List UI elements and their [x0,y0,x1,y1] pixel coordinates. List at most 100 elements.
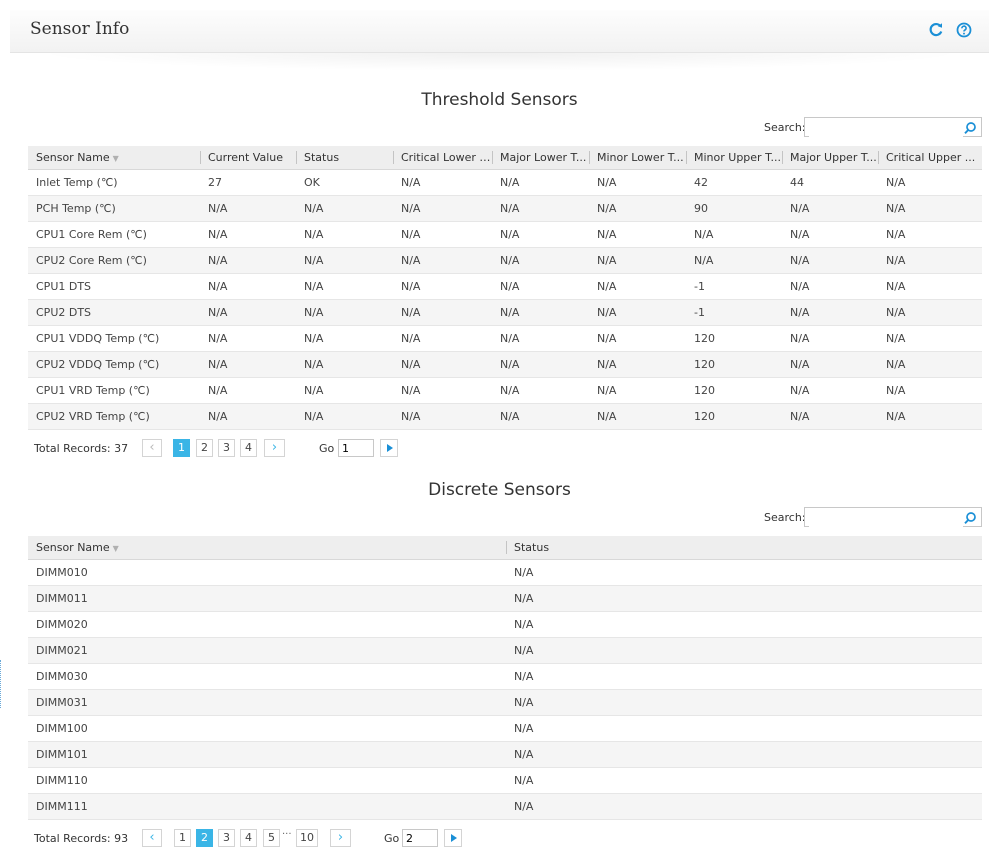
table-row[interactable]: DIMM011 N/A [28,585,982,612]
table-row[interactable]: CPU1 VDDQ Temp (℃) N/A N/A N/A N/A N/A 120 N/A N… [28,325,982,352]
cell-major-upper: N/A [782,299,878,326]
table-row[interactable]: DIMM031 N/A [28,689,982,716]
table-row[interactable]: DIMM101 N/A [28,741,982,768]
cell-sensor-name: CPU2 VRD Temp (℃) [28,403,200,430]
search-icon[interactable] [963,120,977,134]
cell-status: N/A [296,351,393,378]
table-row[interactable]: PCH Temp (℃) N/A N/A N/A N/A N/A 90 N/A N/A [28,195,982,222]
cell-major-lower: N/A [492,351,589,378]
discrete-table-body: DIMM010 N/A DIMM011 N/A DIMM020 N/A DIMM021 N/A… [28,559,982,820]
page-button-4[interactable]: 4 [240,439,257,457]
cell-sensor-name: DIMM020 [28,611,506,638]
column-header-sensor-name[interactable]: Sensor Name ▼ [28,536,506,560]
page-button-1[interactable]: 1 [174,829,191,847]
page-button-3[interactable]: 3 [218,439,235,457]
cell-critical-upper: N/A [878,377,982,404]
page-ellipsis: ··· [282,829,292,840]
column-header-status[interactable]: Status [296,146,393,170]
sort-down-icon[interactable]: ▼ [113,544,119,553]
cell-sensor-name: CPU1 VRD Temp (℃) [28,377,200,404]
page-button-1[interactable]: 1 [173,439,190,457]
go-page-input[interactable] [338,439,374,457]
next-page-button[interactable]: › [330,829,351,847]
prev-page-button[interactable]: ‹ [142,439,162,457]
cell-status: N/A [506,611,982,638]
go-button[interactable] [380,439,398,457]
page-button-4[interactable]: 4 [240,829,257,847]
table-row[interactable]: DIMM010 N/A [28,559,982,586]
column-header-sensor-name[interactable]: Sensor Name ▼ [28,146,200,170]
page-title: Sensor Info [30,19,130,39]
table-row[interactable]: DIMM111 N/A [28,793,982,820]
column-header-major-upper[interactable]: Major Upper T... [782,146,878,170]
page-button-2[interactable]: 2 [196,829,213,847]
next-page-button[interactable]: › [264,439,285,457]
sensor-info-panel: Sensor Info Threshold Sensors Search: Se… [10,10,989,849]
table-row[interactable]: Inlet Temp (℃) 27 OK N/A N/A N/A 42 44 N/A [28,169,982,196]
table-row[interactable]: DIMM100 N/A [28,715,982,742]
discrete-search-input[interactable] [809,510,963,529]
page-button-3[interactable]: 3 [218,829,235,847]
page-button-2[interactable]: 2 [196,439,213,457]
table-row[interactable]: DIMM021 N/A [28,637,982,664]
discrete-search-label: Search: [764,511,806,524]
table-header-row: Sensor Name ▼ Status [28,536,982,560]
discrete-pagination: Total Records: 93 ‹ 1 2 3 4 5 ··· 10 › G… [10,828,989,850]
cell-major-upper: N/A [782,247,878,274]
table-header-row: Sensor Name ▼ Current Value Status Critic… [28,146,982,170]
cell-minor-lower: N/A [589,195,686,222]
cell-major-lower: N/A [492,247,589,274]
cell-sensor-name: Inlet Temp (℃) [28,169,200,196]
refresh-icon[interactable] [927,21,945,39]
cell-critical-lower: N/A [393,195,492,222]
cell-minor-lower: N/A [589,169,686,196]
cell-sensor-name: DIMM031 [28,689,506,716]
help-icon[interactable] [955,21,973,39]
edge-marker [0,660,3,708]
table-row[interactable]: CPU1 DTS N/A N/A N/A N/A N/A -1 N/A N/A [28,273,982,300]
column-header-current-value[interactable]: Current Value [200,146,296,170]
prev-page-button[interactable]: ‹ [142,829,162,847]
cell-status: N/A [296,377,393,404]
column-header-minor-lower[interactable]: Minor Lower T... [589,146,686,170]
go-page-input[interactable] [402,829,438,847]
sort-down-icon[interactable]: ▼ [113,154,119,163]
cell-critical-lower: N/A [393,169,492,196]
cell-status: N/A [506,767,982,794]
column-header-critical-upper[interactable]: Critical Upper ... [878,146,982,170]
cell-minor-lower: N/A [589,247,686,274]
table-row[interactable]: DIMM110 N/A [28,767,982,794]
table-row[interactable]: CPU1 VRD Temp (℃) N/A N/A N/A N/A N/A 120 N/A N/… [28,377,982,404]
cell-critical-lower: N/A [393,325,492,352]
column-header-status[interactable]: Status [506,536,982,560]
go-button[interactable] [444,829,462,847]
table-row[interactable]: CPU2 VDDQ Temp (℃) N/A N/A N/A N/A N/A 120 N/A N… [28,351,982,378]
table-row[interactable]: CPU2 DTS N/A N/A N/A N/A N/A -1 N/A N/A [28,299,982,326]
cell-critical-upper: N/A [878,221,982,248]
cell-status: N/A [296,195,393,222]
cell-current-value: N/A [200,351,296,378]
cell-critical-lower: N/A [393,403,492,430]
table-row[interactable]: CPU1 Core Rem (℃) N/A N/A N/A N/A N/A N/A N/A N/… [28,221,982,248]
cell-major-upper: N/A [782,325,878,352]
column-header-major-lower[interactable]: Major Lower T... [492,146,589,170]
table-row[interactable]: CPU2 Core Rem (℃) N/A N/A N/A N/A N/A N/A N/A N/… [28,247,982,274]
cell-major-upper: N/A [782,273,878,300]
table-row[interactable]: DIMM020 N/A [28,611,982,638]
cell-status: N/A [296,403,393,430]
page-button-10[interactable]: 10 [296,829,318,847]
threshold-search-input[interactable] [809,120,963,139]
cell-major-lower: N/A [492,403,589,430]
cell-sensor-name: CPU1 DTS [28,273,200,300]
table-row[interactable]: CPU2 VRD Temp (℃) N/A N/A N/A N/A N/A 120 N/A N/… [28,403,982,430]
search-icon[interactable] [963,510,977,524]
cell-minor-lower: N/A [589,403,686,430]
cell-status: N/A [506,585,982,612]
column-header-minor-upper[interactable]: Minor Upper T... [686,146,782,170]
cell-critical-upper: N/A [878,247,982,274]
table-row[interactable]: DIMM030 N/A [28,663,982,690]
column-header-critical-lower[interactable]: Critical Lower T... [393,146,492,170]
cell-minor-upper: -1 [686,299,782,326]
page-button-5[interactable]: 5 [263,829,280,847]
cell-critical-upper: N/A [878,325,982,352]
